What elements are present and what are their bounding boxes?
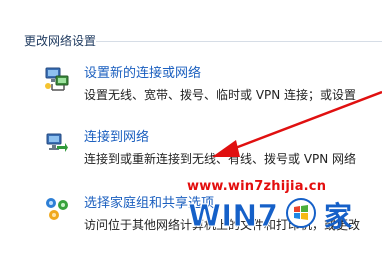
list-item-setup-connection: 设置新的连接或网络 设置无线、宽带、拨号、临时或 VPN 连接；或设置 xyxy=(0,62,382,110)
homegroup-icon xyxy=(46,198,68,220)
connect-network-link[interactable]: 连接到网络 xyxy=(84,126,149,145)
watermark-logo-char: 家 xyxy=(324,200,352,233)
section-title: 更改网络设置 xyxy=(24,34,97,48)
connect-network-icon xyxy=(46,133,68,152)
setup-connection-link[interactable]: 设置新的连接或网络 xyxy=(84,62,201,81)
watermark-logo-text: WIN7 xyxy=(188,199,278,234)
section-divider xyxy=(96,41,382,42)
setup-connection-description: 设置无线、宽带、拨号、临时或 VPN 连接；或设置 xyxy=(84,88,357,102)
connect-network-description: 连接到或重新连接到无线、有线、拨号或 VPN 网络 xyxy=(84,152,357,166)
network-setup-icon xyxy=(45,67,69,91)
windows-flag-icon xyxy=(286,198,316,228)
list-item-connect-network: 连接到网络 连接到或重新连接到无线、有线、拨号或 VPN 网络 xyxy=(0,126,382,174)
watermark-logo: WIN7 家 xyxy=(188,198,352,235)
